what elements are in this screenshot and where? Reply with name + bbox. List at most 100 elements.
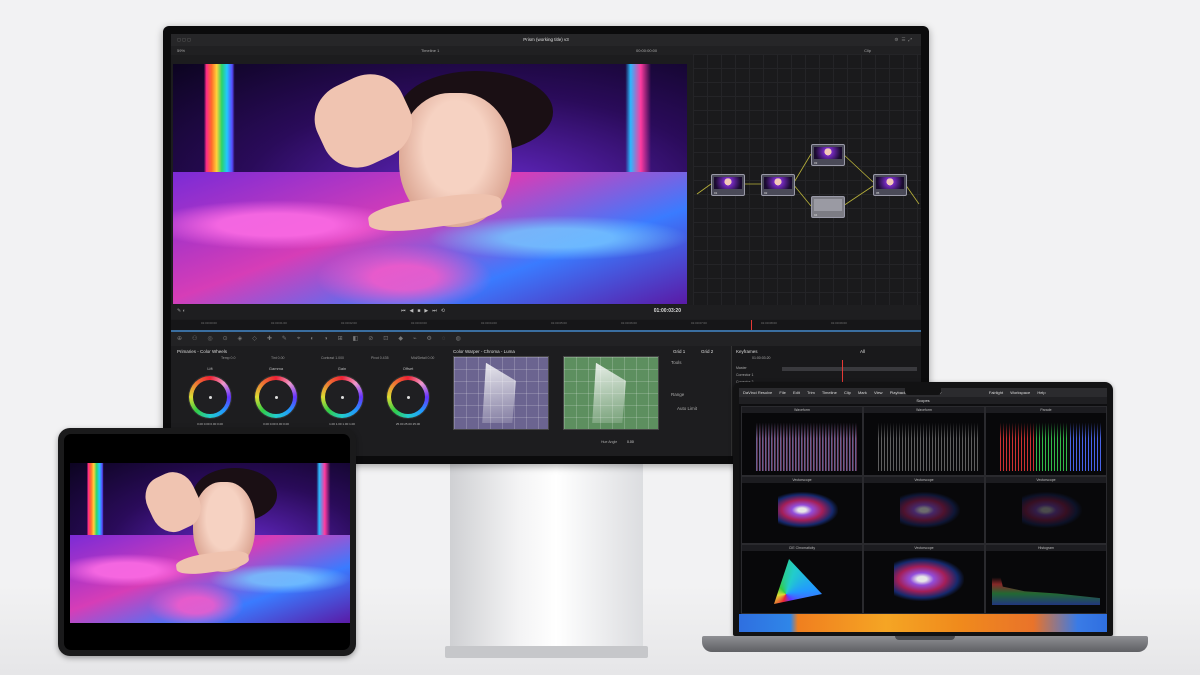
color-warper-grid-2[interactable] xyxy=(563,356,659,430)
vectorscope-trace xyxy=(894,557,964,602)
warper-spread xyxy=(482,362,517,424)
menu-mark[interactable]: Mark xyxy=(858,390,867,395)
param-pivot[interactable]: Pivot 0.435 xyxy=(371,356,389,360)
wheel-puck[interactable] xyxy=(340,395,344,399)
wheel-label-gain: Gain xyxy=(337,366,347,371)
toolbar-icons[interactable]: ⚙☰⤢ xyxy=(894,34,915,46)
wheel-values-gain: 1.00 1.00 1.00 1.00 xyxy=(329,422,355,426)
node-label: 04 xyxy=(814,213,818,217)
viewer-zoom[interactable]: 59% xyxy=(177,46,185,55)
lid-opening-notch xyxy=(895,636,955,640)
vectorscope-trace xyxy=(778,491,838,528)
param-contrast[interactable]: Contrast 1.000 xyxy=(321,356,344,360)
menu-app[interactable]: DaVinci Resolve xyxy=(743,390,772,395)
cie-gamut xyxy=(774,559,822,604)
transport-bar: ✎ ◐ ⏮◀■▶⏭⟲ 01:00:03:20 xyxy=(171,305,921,319)
scope-vectorscope-4[interactable]: Vectorscope xyxy=(863,544,985,614)
macbook-lid: DaVinci Resolve File Edit Trim Timeline … xyxy=(733,382,1113,636)
scope-parade[interactable]: Parade xyxy=(985,406,1107,476)
color-warper-grid-1[interactable] xyxy=(453,356,549,430)
keyframe-track[interactable] xyxy=(782,367,917,371)
scope-waveform-2[interactable]: Waveform xyxy=(863,406,985,476)
node-05[interactable]: 05 xyxy=(873,174,907,196)
scope-title: CIE Chromaticity xyxy=(742,545,862,551)
wheel-label-lift: Lift xyxy=(207,366,213,371)
menu-workspace[interactable]: Workspace xyxy=(1010,390,1030,395)
ipad-screen xyxy=(64,434,350,650)
wheel-values-offset: 25.00 25.00 25.00 xyxy=(395,422,421,426)
auto-limit-label[interactable]: Auto Limit xyxy=(677,406,697,411)
param-temp[interactable]: Temp 0.0 xyxy=(221,356,235,360)
menu-timeline[interactable]: Timeline xyxy=(822,390,837,395)
keyframes-timecode: 01:00:03:20 xyxy=(752,356,771,360)
scope-vectorscope-1[interactable]: Vectorscope xyxy=(741,476,863,544)
gamma-wheel[interactable] xyxy=(255,376,297,418)
param-middetail[interactable]: Mid/Detail 0.00 xyxy=(411,356,434,360)
waveform-trace xyxy=(878,417,980,471)
desktop-wallpaper-strip xyxy=(739,614,1107,632)
param-tint[interactable]: Tint 0.00 xyxy=(271,356,285,360)
wheel-puck[interactable] xyxy=(208,395,212,399)
wheel-puck[interactable] xyxy=(406,395,410,399)
vectorscope-trace xyxy=(1022,491,1082,528)
menu-trim[interactable]: Trim xyxy=(807,390,815,395)
hue-angle-value[interactable]: 0.00 xyxy=(627,440,634,444)
hue-angle-label: Hue Angle xyxy=(601,440,618,444)
scope-waveform-1[interactable]: Waveform xyxy=(741,406,863,476)
menu-edit[interactable]: Edit xyxy=(793,390,800,395)
menu-view[interactable]: View xyxy=(874,390,883,395)
menu-help[interactable]: Help xyxy=(1037,390,1045,395)
node-thumbnail xyxy=(814,147,842,159)
node-03[interactable]: 03 xyxy=(811,144,845,166)
scope-title: Vectorscope xyxy=(742,477,862,483)
scope-histogram[interactable]: Histogram xyxy=(985,544,1107,614)
scope-title: Parade xyxy=(986,407,1106,413)
parade-red xyxy=(1000,417,1034,471)
viewer-image[interactable] xyxy=(173,64,687,304)
scope-title: Histogram xyxy=(986,545,1106,551)
timeline-selector[interactable]: Timeline 1 xyxy=(421,46,439,55)
waveform-trace xyxy=(756,417,858,471)
ruler-tick: 01:00:01:00 xyxy=(271,321,287,325)
palette-toolbar[interactable]: ⊕⚇◎⊙◈◇✚✎⌖◐◑⊞◧⊘⊡◆⌁⚙◌◍ xyxy=(171,332,921,346)
node-01[interactable]: 01 xyxy=(711,174,745,196)
ruler-tick: 01:00:07:00 xyxy=(691,321,707,325)
parade-blue xyxy=(1070,417,1102,471)
warper-spread xyxy=(592,362,627,424)
timeline-ruler[interactable]: 01:00:00:00 01:00:01:00 01:00:02:00 01:0… xyxy=(171,320,921,332)
scope-vectorscope-2[interactable]: Vectorscope xyxy=(863,476,985,544)
keyframe-row-corrector-1[interactable]: Corrector 1 xyxy=(736,373,754,377)
lift-wheel[interactable] xyxy=(189,376,231,418)
grid-tab-1[interactable]: Grid 1 xyxy=(673,349,685,354)
menu-clip[interactable]: Clip xyxy=(844,390,851,395)
node-04[interactable]: 04 xyxy=(811,196,845,218)
tools-label: Tools xyxy=(671,360,682,365)
scope-vectorscope-3[interactable]: Vectorscope xyxy=(985,476,1107,544)
monitor-stand xyxy=(450,464,643,654)
timecode-left: 00:00:00:00 xyxy=(636,48,658,53)
gain-wheel[interactable] xyxy=(321,376,363,418)
scope-title: Waveform xyxy=(864,407,984,413)
offset-wheel[interactable] xyxy=(387,376,429,418)
node-editor[interactable]: 01 02 03 04 05 xyxy=(693,54,921,314)
playback-controls[interactable]: ⏮◀■▶⏭⟲ xyxy=(401,308,449,314)
ruler-tick: 01:00:09:00 xyxy=(831,321,847,325)
ruler-tick: 01:00:02:00 xyxy=(341,321,357,325)
menu-playback[interactable]: Playback xyxy=(890,390,906,395)
scope-title: Waveform xyxy=(742,407,862,413)
wheel-label-gamma: Gamma xyxy=(268,366,284,371)
playhead[interactable] xyxy=(751,320,752,330)
keyframe-row-master[interactable]: Master xyxy=(736,366,747,370)
menu-fairlight[interactable]: Fairlight xyxy=(989,390,1003,395)
node-02[interactable]: 02 xyxy=(761,174,795,196)
wheel-puck[interactable] xyxy=(274,395,278,399)
node-label: 02 xyxy=(764,191,768,195)
ipad-viewer-image[interactable] xyxy=(70,463,350,623)
keyframes-mode[interactable]: All xyxy=(860,349,865,354)
viewer-tools-icon[interactable]: ✎ ◐ xyxy=(177,308,186,314)
wheel-label-offset: Offset xyxy=(402,366,414,371)
menu-file[interactable]: File xyxy=(779,390,785,395)
scope-title: Vectorscope xyxy=(986,477,1106,483)
grid-tab-2[interactable]: Grid 2 xyxy=(701,349,713,354)
scope-cie-chromaticity[interactable]: CIE Chromaticity xyxy=(741,544,863,614)
